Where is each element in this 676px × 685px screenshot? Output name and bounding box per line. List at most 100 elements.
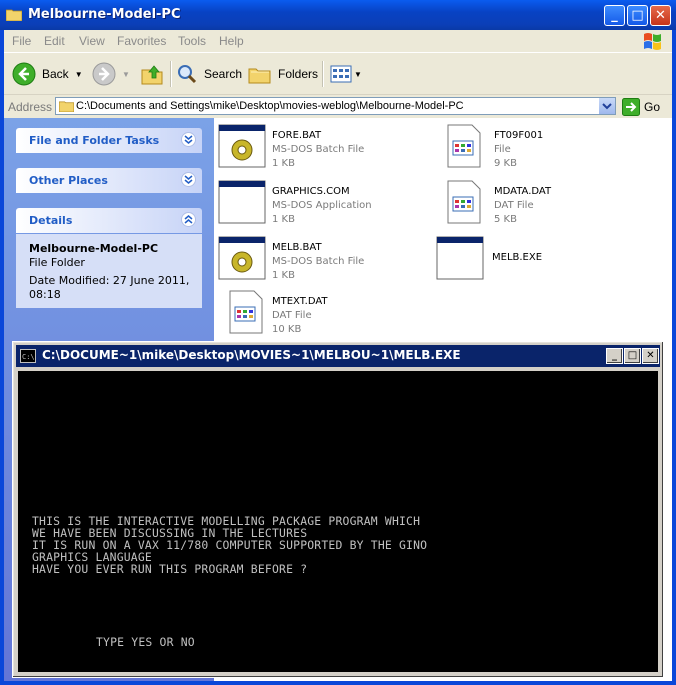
panel-title: File and Folder Tasks [29, 134, 160, 147]
details-panel: Melbourne-Model-PC File Folder Date Modi… [16, 234, 202, 308]
chevron-down-icon[interactable] [181, 172, 196, 187]
console-minimize-button[interactable]: _ [606, 348, 623, 364]
console-prompt: TYPE YES OR NO [96, 635, 195, 649]
address-bar: Address C:\Documents and Settings\mike\D… [4, 94, 672, 119]
search-icon [178, 65, 197, 84]
file-item[interactable]: FORE.BAT MS-DOS Batch File 1 KB [218, 124, 428, 176]
file-size: 1 KB [272, 214, 295, 225]
address-label: Address [8, 100, 53, 114]
file-item[interactable]: MDATA.DAT DAT File 5 KB [440, 180, 650, 232]
details-header[interactable]: Details [16, 208, 202, 233]
go-arrow-icon [622, 98, 640, 116]
file-item[interactable]: MELB.BAT MS-DOS Batch File 1 KB [218, 236, 428, 288]
back-dropdown-icon[interactable]: ▼ [75, 70, 83, 79]
details-modified: Date Modified: 27 June 2011, [29, 274, 190, 287]
file-size: 5 KB [494, 214, 517, 225]
file-size: 10 KB [272, 324, 302, 335]
minimize-button[interactable]: _ [604, 5, 625, 26]
file-type: DAT File [272, 310, 312, 321]
file-type: File [494, 144, 511, 155]
folder-icon [6, 9, 22, 21]
windows-logo-icon [644, 33, 661, 50]
generic-file-icon [447, 124, 481, 168]
details-type: File Folder [29, 256, 85, 269]
menu-bar: File Edit View Favorites Tools Help [4, 30, 672, 52]
up-folder-button[interactable] [140, 61, 164, 87]
search-button[interactable]: Search [176, 61, 242, 87]
go-label: Go [644, 100, 661, 114]
close-button[interactable]: ✕ [650, 5, 671, 26]
console-screen[interactable]: THIS IS THE INTERACTIVE MODELLING PACKAG… [18, 371, 658, 672]
up-folder-icon [141, 65, 163, 85]
console-icon: C:\ [20, 349, 36, 363]
back-arrow-icon [12, 62, 36, 86]
back-label: Back [42, 67, 69, 81]
address-path: C:\Documents and Settings\mike\Desktop\m… [76, 100, 464, 112]
console-maximize-button[interactable]: □ [624, 348, 641, 364]
application-icon [218, 180, 266, 224]
file-item[interactable]: MELB.EXE [436, 236, 646, 288]
views-button[interactable]: ▼ [330, 61, 362, 87]
console-title: C:\DOCUME~1\mike\Desktop\MOVIES~1\MELBOU… [42, 348, 461, 362]
file-name: MDATA.DAT [494, 186, 552, 197]
address-input[interactable]: C:\Documents and Settings\mike\Desktop\m… [55, 97, 616, 115]
file-size: 1 KB [272, 158, 295, 169]
folders-label: Folders [278, 67, 319, 81]
generic-file-icon [229, 290, 263, 334]
standard-toolbar: Back ▼ ▼ Search Folders ▼ [4, 52, 672, 95]
panel-title: Other Places [29, 174, 108, 187]
folder-icon [59, 101, 74, 112]
address-dropdown-icon[interactable] [598, 98, 615, 114]
file-name: FT09F001 [494, 130, 544, 141]
other-places-header[interactable]: Other Places [16, 168, 202, 193]
file-item[interactable]: MTEXT.DAT DAT File 10 KB [222, 290, 432, 342]
console-close-button[interactable]: ✕ [642, 348, 659, 364]
maximize-button[interactable]: □ [627, 5, 648, 26]
explorer-titlebar[interactable]: Melbourne-Model-PC _ □ ✕ [0, 0, 676, 30]
folders-button[interactable]: Folders [248, 61, 318, 87]
console-window[interactable]: C:\ C:\DOCUME~1\mike\Desktop\MOVIES~1\ME… [12, 341, 664, 678]
batch-file-icon [218, 124, 266, 168]
file-size: 1 KB [272, 270, 295, 281]
file-name: MELB.EXE [492, 252, 543, 263]
console-line: HAVE YOU EVER RUN THIS PROGRAM BEFORE ? [32, 562, 308, 576]
forward-button[interactable]: ▼ [92, 61, 130, 87]
file-size: 9 KB [494, 158, 517, 169]
menu-help[interactable]: Help [219, 34, 244, 48]
details-name: Melbourne-Model-PC [29, 242, 159, 255]
menu-view[interactable]: View [79, 34, 105, 48]
menu-edit[interactable]: Edit [44, 34, 65, 48]
back-button[interactable]: Back ▼ [12, 61, 83, 87]
generic-file-icon [447, 180, 481, 224]
file-name: MTEXT.DAT [272, 296, 328, 307]
chevron-up-icon[interactable] [181, 212, 196, 227]
menu-file[interactable]: File [12, 34, 31, 48]
forward-dropdown-icon[interactable]: ▼ [122, 70, 130, 79]
go-button[interactable]: Go [622, 98, 660, 116]
file-name: FORE.BAT [272, 130, 322, 141]
menu-favorites[interactable]: Favorites [117, 34, 166, 48]
folders-icon [248, 68, 271, 84]
search-label: Search [204, 67, 243, 81]
svg-text:C:\: C:\ [22, 353, 35, 361]
file-type: MS-DOS Application [272, 200, 372, 211]
file-and-folder-tasks-header[interactable]: File and Folder Tasks [16, 128, 202, 153]
chevron-down-icon[interactable] [181, 132, 196, 147]
file-name: MELB.BAT [272, 242, 322, 253]
views-dropdown-icon[interactable]: ▼ [354, 70, 362, 79]
window-title: Melbourne-Model-PC [28, 7, 181, 22]
file-name: GRAPHICS.COM [272, 186, 350, 197]
file-item[interactable]: GRAPHICS.COM MS-DOS Application 1 KB [218, 180, 428, 232]
file-item[interactable]: FT09F001 File 9 KB [440, 124, 650, 176]
panel-title: Details [29, 214, 73, 227]
application-icon [436, 236, 484, 280]
forward-arrow-icon [92, 62, 116, 86]
views-icon [330, 65, 352, 83]
console-titlebar[interactable]: C:\ C:\DOCUME~1\mike\Desktop\MOVIES~1\ME… [16, 345, 660, 367]
file-type: MS-DOS Batch File [272, 144, 365, 155]
explorer-window: Melbourne-Model-PC _ □ ✕ File Edit View … [0, 0, 676, 685]
menu-tools[interactable]: Tools [178, 34, 206, 48]
file-type: DAT File [494, 200, 534, 211]
details-modified-time: 08:18 [29, 288, 61, 301]
batch-file-icon [218, 236, 266, 280]
